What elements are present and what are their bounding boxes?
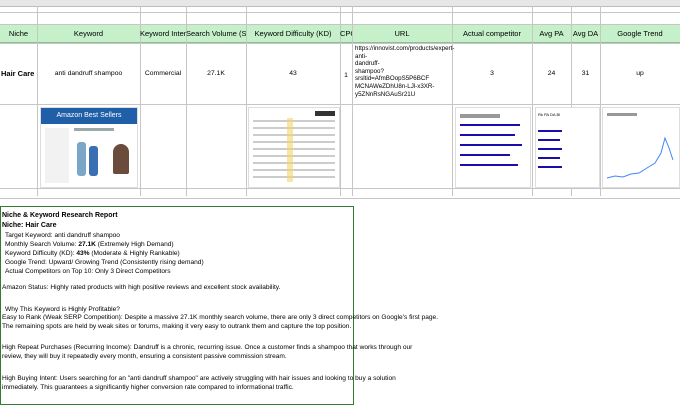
- report-difficulty-prefix: Keyword Difficulty (KD):: [5, 250, 77, 257]
- report-amazon-status: Amazon Status: Highly rated products wit…: [2, 284, 281, 291]
- tool-badge: [315, 111, 335, 116]
- report-difficulty-suffix: (Moderate & Highly Rankable): [89, 250, 180, 257]
- product-bottle-image: [77, 142, 86, 176]
- header-cpc[interactable]: CPC: [340, 25, 352, 42]
- serp-search-bar: [460, 114, 500, 118]
- report-repeat-line-2: review, they will buy it repeatedly ever…: [2, 353, 287, 360]
- cell-keyword[interactable]: anti dandruff shampoo: [37, 70, 140, 78]
- metrics-label: PA: [544, 112, 549, 117]
- serp-result-link: [460, 134, 515, 136]
- spreadsheet-grid: Niche Keyword Keyword Intent Search Volu…: [0, 6, 680, 411]
- serp-result-link: [460, 154, 510, 156]
- header-niche[interactable]: Niche: [0, 25, 37, 42]
- report-why-line-2: The remaining spots are held by weak sit…: [2, 323, 352, 330]
- google-trend-thumbnail[interactable]: [602, 107, 680, 188]
- cell-difficulty[interactable]: 43: [246, 70, 340, 78]
- report-buying-line-1: High Buying Intent: Users searching for …: [2, 375, 396, 382]
- url-line: https://innovist.com/products/expert-ant…: [355, 45, 455, 60]
- header-url[interactable]: URL: [352, 25, 452, 42]
- url-line: y5ZNnRsNGAuSr21U: [355, 90, 416, 98]
- tool-row: [253, 120, 335, 122]
- metrics-link: [538, 166, 562, 168]
- tool-row: [253, 141, 335, 143]
- metrics-label: Rk: [538, 112, 543, 117]
- report-competitors: Actual Competitors on Top 10: Only 3 Dir…: [5, 268, 171, 275]
- tool-row: [253, 134, 335, 136]
- tool-row: [253, 127, 335, 129]
- cell-intent[interactable]: Commercial: [140, 70, 186, 78]
- keyword-tool-thumbnail[interactable]: [248, 107, 340, 188]
- header-avg-pa[interactable]: Avg PA: [532, 25, 571, 42]
- report-title: Niche & Keyword Research Report: [2, 212, 118, 219]
- cell-trend[interactable]: up: [600, 70, 680, 78]
- header-avg-da[interactable]: Avg DA: [571, 25, 600, 42]
- product-bottle-image: [89, 146, 98, 176]
- metrics-link: [538, 157, 560, 159]
- tool-row: [253, 169, 335, 171]
- grid-row-line: [0, 198, 680, 199]
- metrics-link: [538, 130, 562, 132]
- header-keyword-difficulty[interactable]: Keyword Difficulty (KD): [246, 25, 340, 42]
- report-trend: Google Trend: Upward/ Growing Trend (Con…: [5, 259, 204, 266]
- cell-avg-da[interactable]: 31: [571, 70, 600, 78]
- metrics-link: [538, 139, 560, 141]
- product-model-image: [113, 144, 129, 174]
- header-search-volume[interactable]: Search Volume (SV): [186, 25, 246, 42]
- cell-url[interactable]: https://innovist.com/products/expert-ant…: [355, 45, 455, 98]
- amazon-sidebar: [45, 128, 69, 183]
- header-actual-competitor[interactable]: Actual competitor: [452, 25, 532, 42]
- report-search-volume: Monthly Search Volume: 27.1K (Extremely …: [5, 241, 174, 249]
- url-line: dandruff-: [355, 60, 380, 68]
- trend-line-chart: [606, 136, 674, 179]
- report-why-line-1: Easy to Rank (Weak SERP Competition): De…: [2, 314, 439, 321]
- tool-row: [253, 162, 335, 164]
- report-volume-suffix: (Extremely High Demand): [95, 241, 174, 248]
- url-line: MCNAWeZDhU8n-LJl-x3XR-: [355, 82, 435, 90]
- cell-niche[interactable]: Hair Care: [1, 70, 34, 78]
- tool-highlight-column: [287, 118, 293, 182]
- report-repeat-line-1: High Repeat Purchases (Recurring Income)…: [2, 344, 413, 351]
- cell-competitor[interactable]: 3: [452, 70, 532, 78]
- serp-result-link: [460, 164, 518, 166]
- amazon-screenshot-thumbnail[interactable]: Amazon Best Sellers: [40, 107, 138, 188]
- header-google-trend[interactable]: Google Trend: [600, 25, 680, 42]
- cell-volume[interactable]: 27.1K: [186, 70, 246, 78]
- metrics-labels: Rk PA DA Bl: [538, 112, 560, 117]
- serp-thumbnail[interactable]: [455, 107, 531, 188]
- serp-result-link: [460, 124, 520, 126]
- cell-avg-pa[interactable]: 24: [532, 70, 571, 78]
- tool-row: [253, 155, 335, 157]
- cell-cpc[interactable]: 1: [340, 72, 352, 80]
- report-buying-line-2: immediately. This guarantees a significa…: [2, 384, 294, 391]
- header-keyword-intent[interactable]: Keyword Intent: [140, 25, 186, 42]
- report-volume-value: 27.1K: [78, 241, 96, 248]
- report-niche: Niche: Hair Care: [2, 222, 57, 229]
- research-report-box[interactable]: Niche & Keyword Research Report Niche: H…: [0, 206, 438, 405]
- amazon-heading-bar: [74, 128, 114, 131]
- report-difficulty-value: 43%: [76, 250, 90, 257]
- metrics-thumbnail[interactable]: Rk PA DA Bl: [535, 107, 600, 188]
- report-why-title: Why This Keyword is Highly Profitable?: [5, 306, 120, 313]
- report-difficulty: Keyword Difficulty (KD): 43% (Moderate &…: [5, 250, 180, 258]
- header-keyword[interactable]: Keyword: [37, 25, 140, 42]
- metrics-label: DA: [549, 112, 556, 117]
- serp-result-link: [460, 144, 522, 146]
- tool-row: [253, 176, 335, 178]
- amazon-banner: Amazon Best Sellers: [41, 108, 137, 124]
- trend-line: [606, 136, 674, 179]
- metrics-link: [538, 148, 562, 150]
- report-target-keyword: Target Keyword: anti dandruff shampoo: [5, 232, 120, 239]
- url-line: shampoo?srsltid=AfmBOopS5P6BCF: [355, 67, 430, 83]
- metrics-label: Bl: [556, 112, 560, 117]
- report-volume-prefix: Monthly Search Volume:: [5, 241, 79, 248]
- tool-row: [253, 148, 335, 150]
